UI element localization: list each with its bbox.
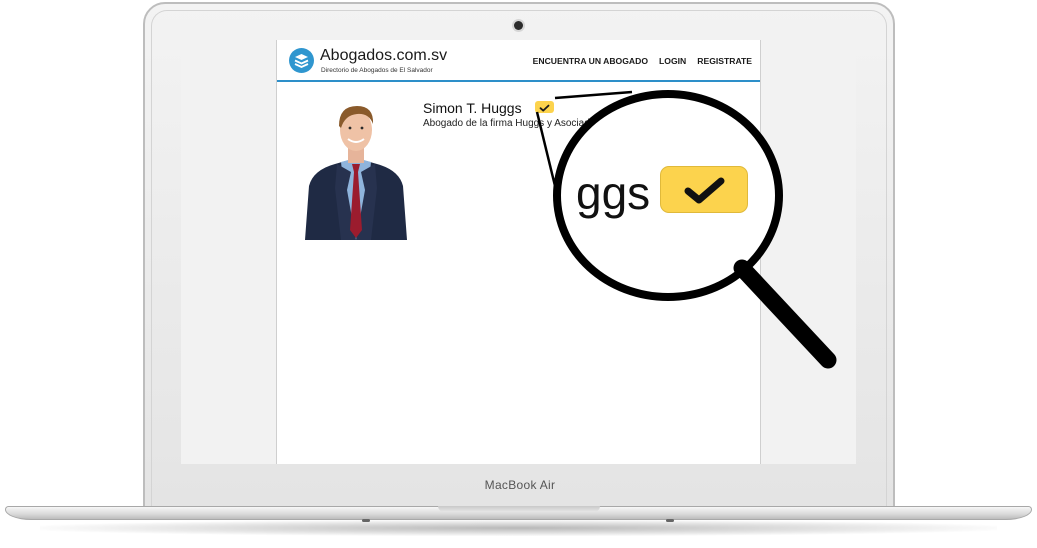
magnifier-handle: [733, 259, 837, 369]
stage: MacBook Air Abogados.com.sv Directorio d…: [0, 0, 1037, 548]
